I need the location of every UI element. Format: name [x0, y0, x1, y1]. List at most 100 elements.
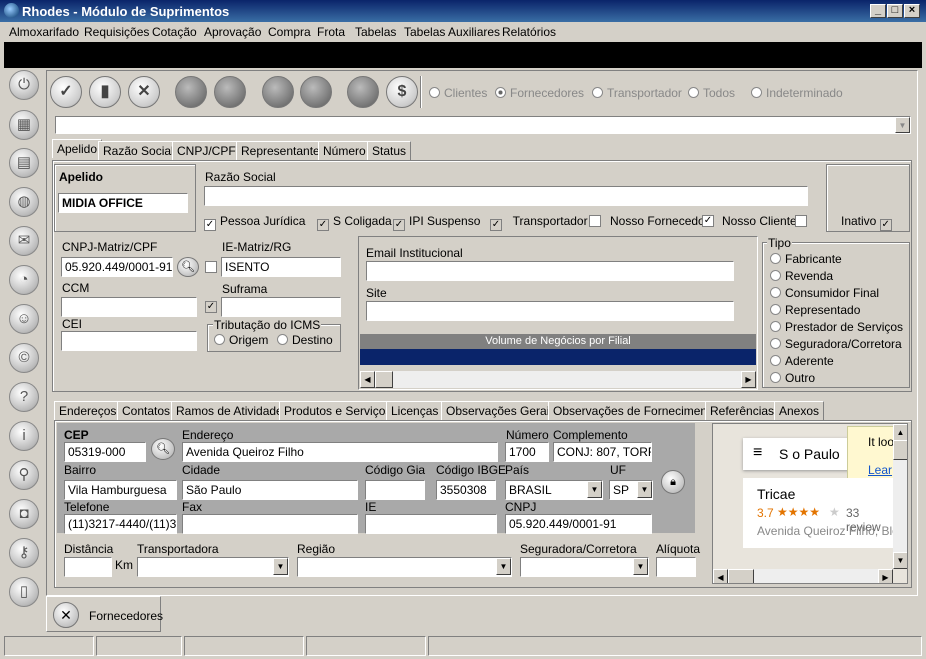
- tab-obs-fornecimento[interactable]: Observações de Fornecimento: [548, 401, 723, 420]
- aliquota-input[interactable]: [656, 557, 696, 577]
- menu-frota[interactable]: Frota: [317, 25, 345, 39]
- telefone-input[interactable]: (11)3217-4440/(11)32: [64, 514, 177, 534]
- search-icon[interactable]: ⚲: [9, 460, 39, 490]
- map-hscroll[interactable]: ◀ ▶: [713, 569, 893, 583]
- ie-address-input[interactable]: [365, 514, 497, 534]
- pessoa-juridica-check[interactable]: ✓ Pessoa Jurídica: [204, 214, 305, 231]
- cnpj-input[interactable]: 05.920.449/0001-91: [61, 257, 173, 277]
- tab-razao-social[interactable]: Razão Social: [98, 141, 179, 160]
- user-icon[interactable]: ☺: [9, 304, 39, 334]
- cep-search-icon[interactable]: 🔍︎: [151, 438, 175, 460]
- vscroll-thumb[interactable]: [893, 440, 907, 460]
- map-scroll-right-icon[interactable]: ▶: [878, 569, 893, 583]
- place-card[interactable]: Tricae 3.7 ★★★★ ★ 33 review Avenida Quei…: [743, 478, 899, 548]
- filter-clientes[interactable]: Clientes: [429, 86, 487, 100]
- tipo-seguradora[interactable]: Seguradora/Corretora: [770, 337, 902, 351]
- pais-chevron-down-icon[interactable]: ▼: [587, 481, 602, 498]
- tipo-representado[interactable]: Representado: [770, 303, 860, 317]
- ie-input[interactable]: ISENTO: [221, 257, 341, 277]
- regiao-chevron-down-icon[interactable]: ▼: [496, 558, 511, 575]
- map-popup-link[interactable]: Lear: [868, 463, 892, 477]
- new-document-button[interactable]: ▮: [89, 76, 121, 108]
- key-icon[interactable]: ⚷: [9, 538, 39, 568]
- ccm-input[interactable]: [61, 297, 197, 317]
- cei-input[interactable]: [61, 331, 197, 351]
- close-button[interactable]: ×: [904, 4, 920, 18]
- nav-next-button[interactable]: [262, 76, 294, 108]
- maximize-button[interactable]: □: [887, 4, 903, 18]
- tab-referencias[interactable]: Referências: [705, 401, 780, 420]
- seguradora-chevron-down-icon[interactable]: ▼: [633, 558, 648, 575]
- calculator-icon[interactable]: ▦: [9, 110, 39, 140]
- fax-input[interactable]: [182, 514, 358, 534]
- nosso-cliente-check[interactable]: Nosso Cliente: [722, 214, 797, 228]
- filter-indeterminado[interactable]: Indeterminado: [751, 86, 843, 100]
- tipo-aderente[interactable]: Aderente: [770, 354, 834, 368]
- hscroll-thumb[interactable]: [728, 569, 754, 583]
- transportadora-chevron-down-icon[interactable]: ▼: [273, 558, 288, 575]
- lock-icon[interactable]: 🔒︎: [661, 470, 685, 494]
- endereco-input[interactable]: Avenida Queiroz Filho: [182, 442, 498, 462]
- power-icon[interactable]: ⏻: [9, 70, 39, 100]
- nosso-fornecedor-box[interactable]: ✓: [702, 215, 714, 227]
- mail-icon[interactable]: ✉: [9, 226, 39, 256]
- email-input[interactable]: [366, 261, 734, 281]
- menu-relatorios[interactable]: Relatórios: [502, 25, 556, 39]
- scroll-up-icon[interactable]: ▲: [893, 424, 907, 441]
- menu-tabelas[interactable]: Tabelas: [355, 25, 396, 39]
- tab-contatos[interactable]: Contatos: [117, 401, 176, 420]
- chat-icon[interactable]: ◔: [9, 265, 39, 295]
- volume-grid[interactable]: [360, 349, 756, 365]
- s-coligada-check[interactable]: ✓ S Coligada: [317, 214, 392, 231]
- tab-ramos[interactable]: Ramos de Atividade: [171, 401, 288, 420]
- dollar-icon[interactable]: $: [386, 76, 418, 108]
- tipo-consumidor-final[interactable]: Consumidor Final: [770, 286, 879, 300]
- codibge-input[interactable]: 3550308: [436, 480, 496, 500]
- site-input[interactable]: [366, 301, 734, 321]
- info-icon[interactable]: i: [9, 421, 39, 451]
- ipi-suspenso-check[interactable]: ✓ IPI Suspenso: [393, 214, 480, 231]
- tab-cnpj-cpf[interactable]: CNPJ/CPF: [172, 141, 241, 160]
- tab-anexos[interactable]: Anexos: [774, 401, 825, 420]
- transportador-check[interactable]: ✓ Transportador: [490, 214, 588, 231]
- icms-destino-radio[interactable]: Destino: [277, 333, 333, 347]
- scroll-down-icon[interactable]: ▼: [893, 552, 907, 569]
- nav-prev-button[interactable]: [214, 76, 246, 108]
- nav-first-button[interactable]: [175, 76, 207, 108]
- codgia-input[interactable]: [365, 480, 425, 500]
- map-vscroll[interactable]: ▲ ▼: [893, 424, 907, 569]
- seguradora-select[interactable]: [520, 557, 649, 577]
- suframa-input[interactable]: [221, 297, 341, 317]
- volume-scrollbar[interactable]: ◀ ▶: [360, 371, 756, 388]
- confirm-button[interactable]: ✓: [50, 76, 82, 108]
- tab-status[interactable]: Status: [367, 141, 412, 160]
- transportadora-select[interactable]: [137, 557, 289, 577]
- menu-requisicoes[interactable]: Requisições: [84, 25, 149, 39]
- cidade-input[interactable]: São Paulo: [182, 480, 358, 500]
- search-icon[interactable]: 🔍︎: [177, 257, 199, 277]
- help-icon[interactable]: ?: [9, 382, 39, 412]
- apelido-input[interactable]: MIDIA OFFICE: [58, 193, 188, 213]
- scroll-right-icon[interactable]: ▶: [741, 371, 756, 388]
- chevron-down-icon[interactable]: ▼: [895, 117, 910, 133]
- menu-almoxarifado[interactable]: Almoxarifado: [9, 25, 79, 39]
- camera-icon[interactable]: ◘: [9, 499, 39, 529]
- nosso-cliente-box[interactable]: [795, 215, 807, 227]
- cancel-button[interactable]: ✕: [128, 76, 160, 108]
- menu-compra[interactable]: Compra: [268, 25, 311, 39]
- tipo-fabricante[interactable]: Fabricante: [770, 252, 842, 266]
- cep-input[interactable]: 05319-000: [64, 442, 146, 462]
- menu-tabelas-auxiliares[interactable]: Tabelas Auxiliares: [404, 25, 500, 39]
- clipboard-icon[interactable]: ▯: [9, 577, 39, 607]
- icms-origem-radio[interactable]: Origem: [214, 333, 268, 347]
- cnpj-address-input[interactable]: 05.920.449/0001-91: [505, 514, 652, 534]
- menu-cotacao[interactable]: Cotação: [152, 25, 197, 39]
- bairro-input[interactable]: Vila Hamburguesa: [64, 480, 177, 500]
- nosso-fornecedor-check[interactable]: Nosso Fornecedor: [610, 214, 709, 228]
- tipo-outro[interactable]: Outro: [770, 371, 815, 385]
- search-combo[interactable]: ▼: [55, 116, 911, 134]
- globe-icon[interactable]: ◍: [9, 187, 39, 217]
- uf-chevron-down-icon[interactable]: ▼: [637, 481, 652, 498]
- menu-icon[interactable]: ≡: [753, 444, 762, 462]
- menu-aprovacao[interactable]: Aprovação: [204, 25, 261, 39]
